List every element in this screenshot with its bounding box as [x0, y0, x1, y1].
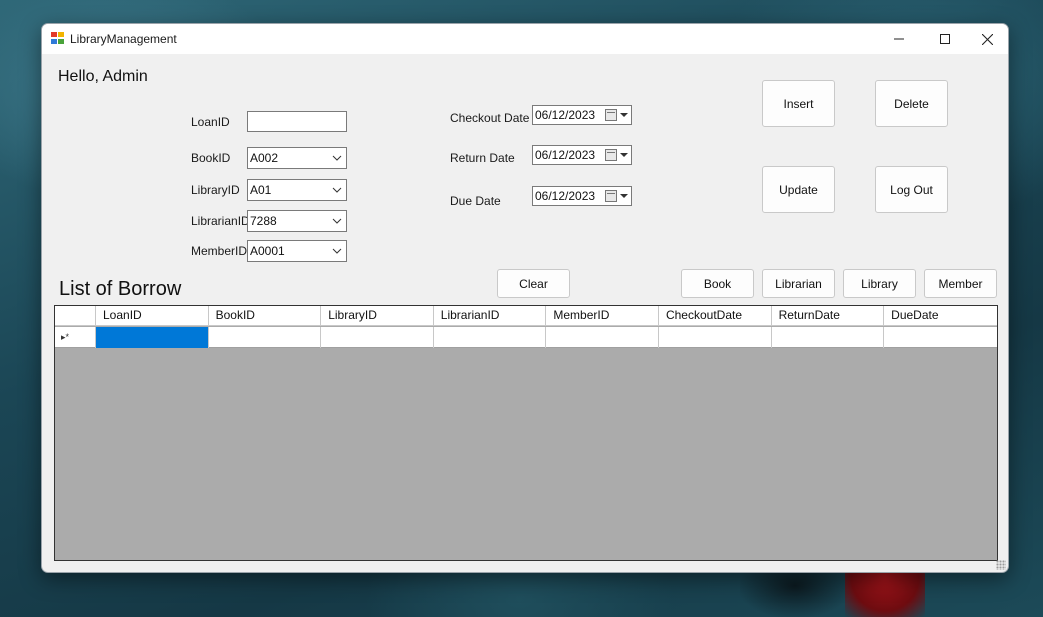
checkout-date-picker[interactable]: 06/12/2023 — [532, 105, 632, 125]
chevron-down-icon[interactable] — [330, 148, 344, 168]
chevron-down-icon[interactable] — [330, 180, 344, 200]
loan-id-label: LoanID — [191, 115, 230, 129]
calendar-icon — [605, 109, 617, 121]
return-date-label: Return Date — [450, 151, 515, 165]
member-id-label: MemberID — [191, 244, 248, 258]
table-cell[interactable] — [884, 327, 997, 348]
dropdown-arrow-icon[interactable] — [620, 113, 628, 117]
maximize-button[interactable] — [922, 24, 968, 54]
checkout-date-label: Checkout Date — [450, 111, 530, 125]
table-cell[interactable] — [659, 327, 772, 348]
table-cell[interactable] — [209, 327, 322, 348]
checkout-date-value: 06/12/2023 — [535, 108, 596, 122]
return-date-value: 06/12/2023 — [535, 148, 596, 162]
return-date-picker[interactable]: 06/12/2023 — [532, 145, 632, 165]
book-button[interactable]: Book — [681, 269, 754, 298]
book-id-combo[interactable]: A002 — [247, 147, 347, 169]
table-row[interactable]: ▸* — [55, 327, 997, 348]
maximize-icon — [940, 34, 950, 44]
close-button[interactable] — [964, 24, 1008, 54]
update-button[interactable]: Update — [762, 166, 835, 213]
minimize-icon — [894, 38, 904, 40]
dropdown-arrow-icon[interactable] — [620, 153, 628, 157]
column-header-memberid[interactable]: MemberID — [546, 306, 659, 325]
insert-button[interactable]: Insert — [762, 80, 835, 127]
table-cell[interactable] — [772, 327, 885, 348]
table-cell[interactable] — [321, 327, 434, 348]
library-id-label: LibraryID — [191, 183, 240, 197]
clear-button[interactable]: Clear — [497, 269, 570, 298]
greeting-text: Hello, Admin — [58, 68, 148, 85]
library-button[interactable]: Library — [843, 269, 916, 298]
grid-corner-cell[interactable] — [55, 306, 96, 326]
grid-header: LoanID BookID LibraryID LibrarianID Memb… — [55, 306, 997, 326]
librarian-id-label: LibrarianID — [191, 214, 250, 228]
title-bar[interactable]: LibraryManagement — [42, 24, 1008, 54]
new-row-indicator[interactable]: ▸* — [55, 327, 96, 348]
librarian-id-combo[interactable]: 7288 — [247, 210, 347, 232]
column-header-bookid[interactable]: BookID — [209, 306, 322, 325]
column-header-checkoutdate[interactable]: CheckoutDate — [659, 306, 772, 325]
member-id-value: A0001 — [250, 244, 285, 258]
table-cell[interactable] — [546, 327, 659, 348]
book-id-label: BookID — [191, 151, 231, 165]
librarian-button[interactable]: Librarian — [762, 269, 835, 298]
app-window: LibraryManagement Hello, Admin LoanID Bo… — [41, 23, 1009, 573]
column-header-returndate[interactable]: ReturnDate — [772, 306, 885, 325]
member-button[interactable]: Member — [924, 269, 997, 298]
calendar-icon — [605, 149, 617, 161]
delete-button[interactable]: Delete — [875, 80, 948, 127]
loan-id-input[interactable] — [247, 111, 347, 132]
table-cell[interactable] — [96, 327, 209, 348]
column-header-libraryid[interactable]: LibraryID — [321, 306, 434, 325]
resize-grip[interactable] — [996, 560, 1006, 570]
column-header-loanid[interactable]: LoanID — [96, 306, 209, 325]
calendar-icon — [605, 190, 617, 202]
logout-button[interactable]: Log Out — [875, 166, 948, 213]
list-title: List of Borrow — [59, 278, 182, 300]
app-icon — [51, 32, 65, 45]
chevron-down-icon[interactable] — [330, 211, 344, 231]
minimize-button[interactable] — [876, 24, 922, 54]
library-id-combo[interactable]: A01 — [247, 179, 347, 201]
dropdown-arrow-icon[interactable] — [620, 194, 628, 198]
librarian-id-value: 7288 — [250, 214, 277, 228]
due-date-picker[interactable]: 06/12/2023 — [532, 186, 632, 206]
column-header-librarianid[interactable]: LibrarianID — [434, 306, 547, 325]
column-header-duedate[interactable]: DueDate — [884, 306, 997, 325]
book-id-value: A002 — [250, 151, 279, 165]
window-title: LibraryManagement — [70, 32, 177, 46]
borrow-grid[interactable]: LoanID BookID LibraryID LibrarianID Memb… — [54, 305, 998, 561]
chevron-down-icon[interactable] — [330, 241, 344, 261]
member-id-combo[interactable]: A0001 — [247, 240, 347, 262]
due-date-value: 06/12/2023 — [535, 189, 596, 203]
due-date-label: Due Date — [450, 194, 501, 208]
library-id-value: A01 — [250, 183, 272, 197]
close-icon — [981, 33, 993, 45]
table-cell[interactable] — [434, 327, 547, 348]
